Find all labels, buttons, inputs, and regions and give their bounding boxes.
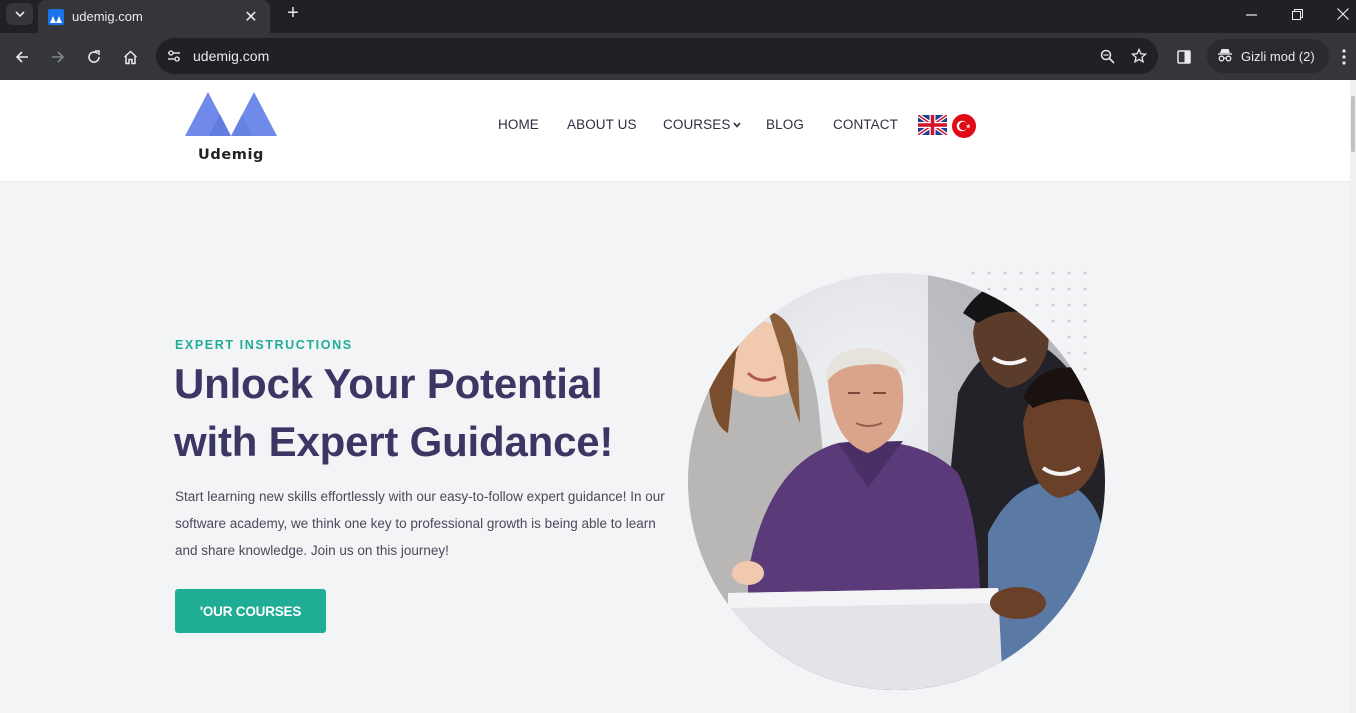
address-bar[interactable]: udemig.com: [156, 38, 1158, 74]
side-panel-icon[interactable]: [1172, 45, 1196, 69]
forward-icon[interactable]: [45, 44, 71, 70]
star-icon[interactable]: [1126, 43, 1152, 69]
scrollbar-thumb[interactable]: [1351, 96, 1355, 152]
nav-blog[interactable]: BLOG: [766, 117, 804, 132]
tab-strip: udemig.com ✕ +: [0, 0, 1356, 33]
hero-headline-line2: with Expert Guidance!: [174, 418, 614, 465]
back-icon[interactable]: [9, 44, 35, 70]
nav-home[interactable]: HOME: [498, 117, 539, 132]
menu-icon[interactable]: [1334, 45, 1354, 69]
chevron-down-icon: [733, 120, 742, 131]
minimize-icon[interactable]: [1228, 0, 1274, 28]
hero-eyebrow: EXPERT INSTRUCTIONS: [175, 338, 353, 352]
nav-courses[interactable]: COURSES: [663, 117, 742, 132]
nav-about[interactable]: ABOUT US: [567, 117, 637, 132]
turkish-flag-icon[interactable]: [952, 114, 976, 138]
english-flag-icon[interactable]: [918, 115, 947, 135]
restore-icon[interactable]: [1274, 0, 1320, 28]
close-icon[interactable]: ✕: [242, 7, 260, 27]
site-favicon: [48, 8, 64, 25]
logo-text[interactable]: Udemig: [184, 147, 278, 163]
hero-students-image: [688, 273, 1105, 690]
incognito-icon: [1217, 48, 1233, 65]
window-close-icon[interactable]: [1320, 0, 1356, 28]
our-courses-button[interactable]: 'OUR COURSES: [175, 589, 326, 633]
nav-contact[interactable]: CONTACT: [833, 117, 898, 132]
zoom-icon[interactable]: [1094, 43, 1120, 69]
hero-description: Start learning new skills effortlessly w…: [175, 489, 665, 558]
nav-courses-label: COURSES: [663, 117, 731, 132]
tab-search-icon[interactable]: [6, 3, 33, 25]
home-icon[interactable]: [117, 44, 143, 70]
browser-tab[interactable]: udemig.com ✕: [38, 0, 270, 33]
reload-icon[interactable]: [81, 44, 107, 70]
incognito-label: Gizli mod (2): [1241, 48, 1315, 64]
browser-toolbar: udemig.com Gizli mod (2): [0, 33, 1356, 80]
plus-icon[interactable]: +: [282, 3, 304, 25]
page-scrollbar[interactable]: [1350, 80, 1356, 713]
site-header: Udemig HOME ABOUT US COURSES BLOG CONTAC…: [0, 80, 1350, 182]
hero-headline-line1: Unlock Your Potential: [174, 360, 603, 407]
site-info-icon[interactable]: [163, 45, 185, 67]
url-text[interactable]: udemig.com: [193, 48, 1094, 64]
web-page: Udemig HOME ABOUT US COURSES BLOG CONTAC…: [0, 80, 1350, 713]
tab-title: udemig.com: [72, 9, 143, 24]
incognito-indicator[interactable]: Gizli mod (2): [1207, 39, 1329, 73]
